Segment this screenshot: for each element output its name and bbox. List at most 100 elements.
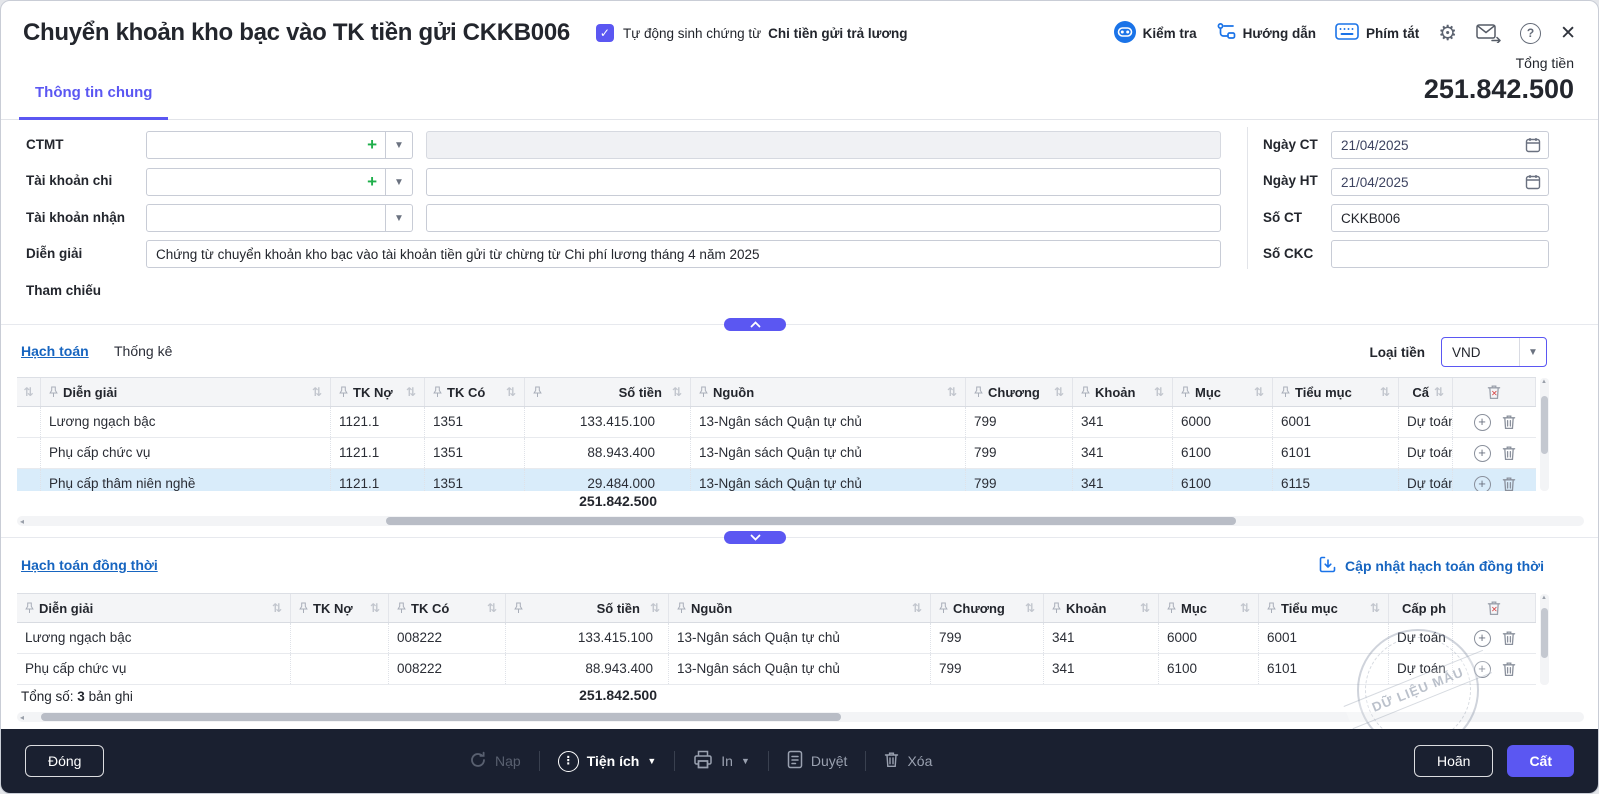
divider xyxy=(539,751,540,771)
tai-khoan-chi-name-field[interactable] xyxy=(426,168,1221,196)
delete-row-icon[interactable] xyxy=(1502,476,1516,491)
column-header-muc[interactable]: Mục⇅ xyxy=(1159,594,1259,622)
ctmt-name-field[interactable] xyxy=(426,131,1221,159)
tai-khoan-nhan-combo[interactable]: ▼ xyxy=(146,204,413,232)
auto-generate-checkbox[interactable]: ✓ xyxy=(596,24,614,42)
row-handle-column-header[interactable]: ⇅ xyxy=(17,378,41,406)
column-header-tk-co[interactable]: TK Có⇅ xyxy=(389,594,506,622)
column-header-so-tien[interactable]: Số tiền⇅ xyxy=(506,594,669,622)
delete-all-column-header[interactable]: ✕ xyxy=(1453,594,1536,622)
table2-vertical-scrollbar[interactable]: ▲ xyxy=(1540,594,1549,685)
tab-hach-toan[interactable]: Hạch toán xyxy=(21,343,89,359)
column-header-nguon[interactable]: Nguồn⇅ xyxy=(669,594,931,622)
help-icon[interactable]: ? xyxy=(1520,23,1541,44)
close-button[interactable]: Đóng xyxy=(25,745,104,777)
add-row-icon[interactable]: + xyxy=(1474,661,1491,678)
collapse-table-pill[interactable] xyxy=(724,531,786,544)
hach-toan-dong-thoi-title[interactable]: Hạch toán đồng thời xyxy=(21,557,158,573)
add-row-icon[interactable]: + xyxy=(1474,476,1491,492)
table-row[interactable]: Phụ cấp chức vụ00822288.943.40013-Ngân s… xyxy=(17,654,1536,685)
delete-row-icon[interactable] xyxy=(1502,630,1516,646)
tai-khoan-nhan-dropdown-caret[interactable]: ▼ xyxy=(386,204,413,232)
transfer-voucher-window: Chuyển khoản kho bạc vào TK tiền gửi CKK… xyxy=(0,0,1599,794)
row-actions[interactable]: + xyxy=(1453,623,1536,653)
column-header-tk-no[interactable]: TK Nợ⇅ xyxy=(331,378,425,406)
delete-row-icon[interactable] xyxy=(1502,445,1516,461)
column-header-tieu-muc[interactable]: Tiểu mục⇅ xyxy=(1259,594,1389,622)
delete-button[interactable]: Xóa xyxy=(884,751,932,771)
add-tai-khoan-chi-icon[interactable]: + xyxy=(367,173,377,191)
calendar-icon[interactable] xyxy=(1525,174,1541,195)
row-actions[interactable]: + xyxy=(1453,407,1536,437)
tab-thong-ke[interactable]: Thống kê xyxy=(114,343,172,359)
row-actions[interactable]: + xyxy=(1453,438,1536,468)
update-dong-thoi-link[interactable]: Cập nhật hạch toán đồng thời xyxy=(1319,556,1544,576)
tai-khoan-chi-combo[interactable]: + ▼ xyxy=(146,168,413,196)
table1-horizontal-scrollbar[interactable]: ◂ xyxy=(17,516,1584,526)
dien-giai-field[interactable] xyxy=(146,240,1221,268)
ngay-ct-field[interactable] xyxy=(1331,131,1549,159)
reload-button[interactable]: Nạp xyxy=(469,751,521,772)
so-ct-field[interactable] xyxy=(1331,204,1549,232)
print-button[interactable]: In ▼ xyxy=(693,750,750,772)
table1-vertical-scrollbar[interactable]: ▲ xyxy=(1540,378,1549,491)
add-row-icon[interactable]: + xyxy=(1474,414,1491,431)
cell-tk-co: 1351 xyxy=(425,407,525,437)
delete-row-icon[interactable] xyxy=(1502,414,1516,430)
shortcut-button[interactable]: Phím tắt xyxy=(1335,23,1419,43)
so-ckc-field[interactable] xyxy=(1331,240,1549,268)
hold-button[interactable]: Hoãn xyxy=(1414,745,1493,777)
column-header-tk-co[interactable]: TK Có⇅ xyxy=(425,378,525,406)
cell-cap-phat: Dự toán xyxy=(1389,623,1453,653)
check-button[interactable]: Kiểm tra xyxy=(1114,21,1197,46)
close-icon[interactable]: ✕ xyxy=(1560,22,1576,45)
delete-all-icon[interactable]: ✕ xyxy=(1487,600,1501,616)
table-row[interactable]: Phụ cấp chức vụ1121.1135188.943.40013-Ng… xyxy=(17,438,1536,469)
column-header-tk-no[interactable]: TK Nợ⇅ xyxy=(291,594,389,622)
send-feedback-icon[interactable] xyxy=(1476,23,1501,43)
row-actions[interactable]: + xyxy=(1453,654,1536,684)
pin-icon xyxy=(433,386,442,398)
row-actions[interactable]: + xyxy=(1453,469,1536,491)
column-header-nguon[interactable]: Nguồn⇅ xyxy=(691,378,966,406)
cell-tk-co: 008222 xyxy=(389,623,506,653)
column-header-chuong[interactable]: Chương⇅ xyxy=(966,378,1073,406)
column-header-cap-phat[interactable]: Cấ⇅ xyxy=(1399,378,1453,406)
approve-button[interactable]: Duyệt xyxy=(787,750,848,772)
ctmt-dropdown-caret[interactable]: ▼ xyxy=(386,131,413,159)
column-header-khoan[interactable]: Khoản⇅ xyxy=(1044,594,1159,622)
column-header-dien-giai[interactable]: Diễn giải⇅ xyxy=(41,378,331,406)
delete-row-icon[interactable] xyxy=(1502,661,1516,677)
chevron-down-icon[interactable]: ▼ xyxy=(1519,338,1546,366)
ngay-ht-field[interactable] xyxy=(1331,168,1549,196)
delete-all-column-header[interactable]: ✕ xyxy=(1453,378,1536,406)
column-header-tieu-muc[interactable]: Tiểu mục⇅ xyxy=(1273,378,1399,406)
add-row-icon[interactable]: + xyxy=(1474,630,1491,647)
table-row[interactable]: Lương ngạch bậc1121.11351133.415.10013-N… xyxy=(17,407,1536,438)
column-header-dien-giai[interactable]: Diễn giải⇅ xyxy=(17,594,291,622)
page-horizontal-scrollbar[interactable]: ◂ xyxy=(17,712,1584,722)
tai-khoan-chi-dropdown-caret[interactable]: ▼ xyxy=(386,168,413,196)
column-header-cap-phat[interactable]: Cấp ph⇅ xyxy=(1389,594,1453,622)
column-header-so-tien[interactable]: Số tiền⇅ xyxy=(525,378,691,406)
table-row[interactable]: Phụ cấp thâm niên nghề1121.1135129.484.0… xyxy=(17,469,1536,491)
chevron-down-icon: ▼ xyxy=(647,756,656,766)
add-row-icon[interactable]: + xyxy=(1474,445,1491,462)
collapse-form-pill[interactable] xyxy=(724,318,786,331)
window-header: Chuyển khoản kho bạc vào TK tiền gửi CKK… xyxy=(1,1,1598,65)
tab-thong-tin-chung[interactable]: Thông tin chung xyxy=(19,65,168,119)
delete-all-icon[interactable]: ✕ xyxy=(1487,384,1501,400)
utilities-button[interactable]: ⋮ Tiện ích ▼ xyxy=(558,751,657,772)
column-header-khoan[interactable]: Khoản⇅ xyxy=(1073,378,1173,406)
save-button[interactable]: Cất xyxy=(1507,745,1574,777)
currency-select[interactable]: VND ▼ xyxy=(1441,337,1547,367)
tai-khoan-nhan-name-field[interactable] xyxy=(426,204,1221,232)
ctmt-combo[interactable]: + ▼ xyxy=(146,131,413,159)
column-header-chuong[interactable]: Chương⇅ xyxy=(931,594,1044,622)
settings-gear-icon[interactable]: ⚙ xyxy=(1438,21,1457,46)
table-row[interactable]: Lương ngạch bậc008222133.415.10013-Ngân … xyxy=(17,623,1536,654)
column-header-muc[interactable]: Mục⇅ xyxy=(1173,378,1273,406)
add-ctmt-icon[interactable]: + xyxy=(367,136,377,154)
guide-button[interactable]: Hướng dẫn xyxy=(1216,22,1316,45)
calendar-icon[interactable] xyxy=(1525,137,1541,158)
